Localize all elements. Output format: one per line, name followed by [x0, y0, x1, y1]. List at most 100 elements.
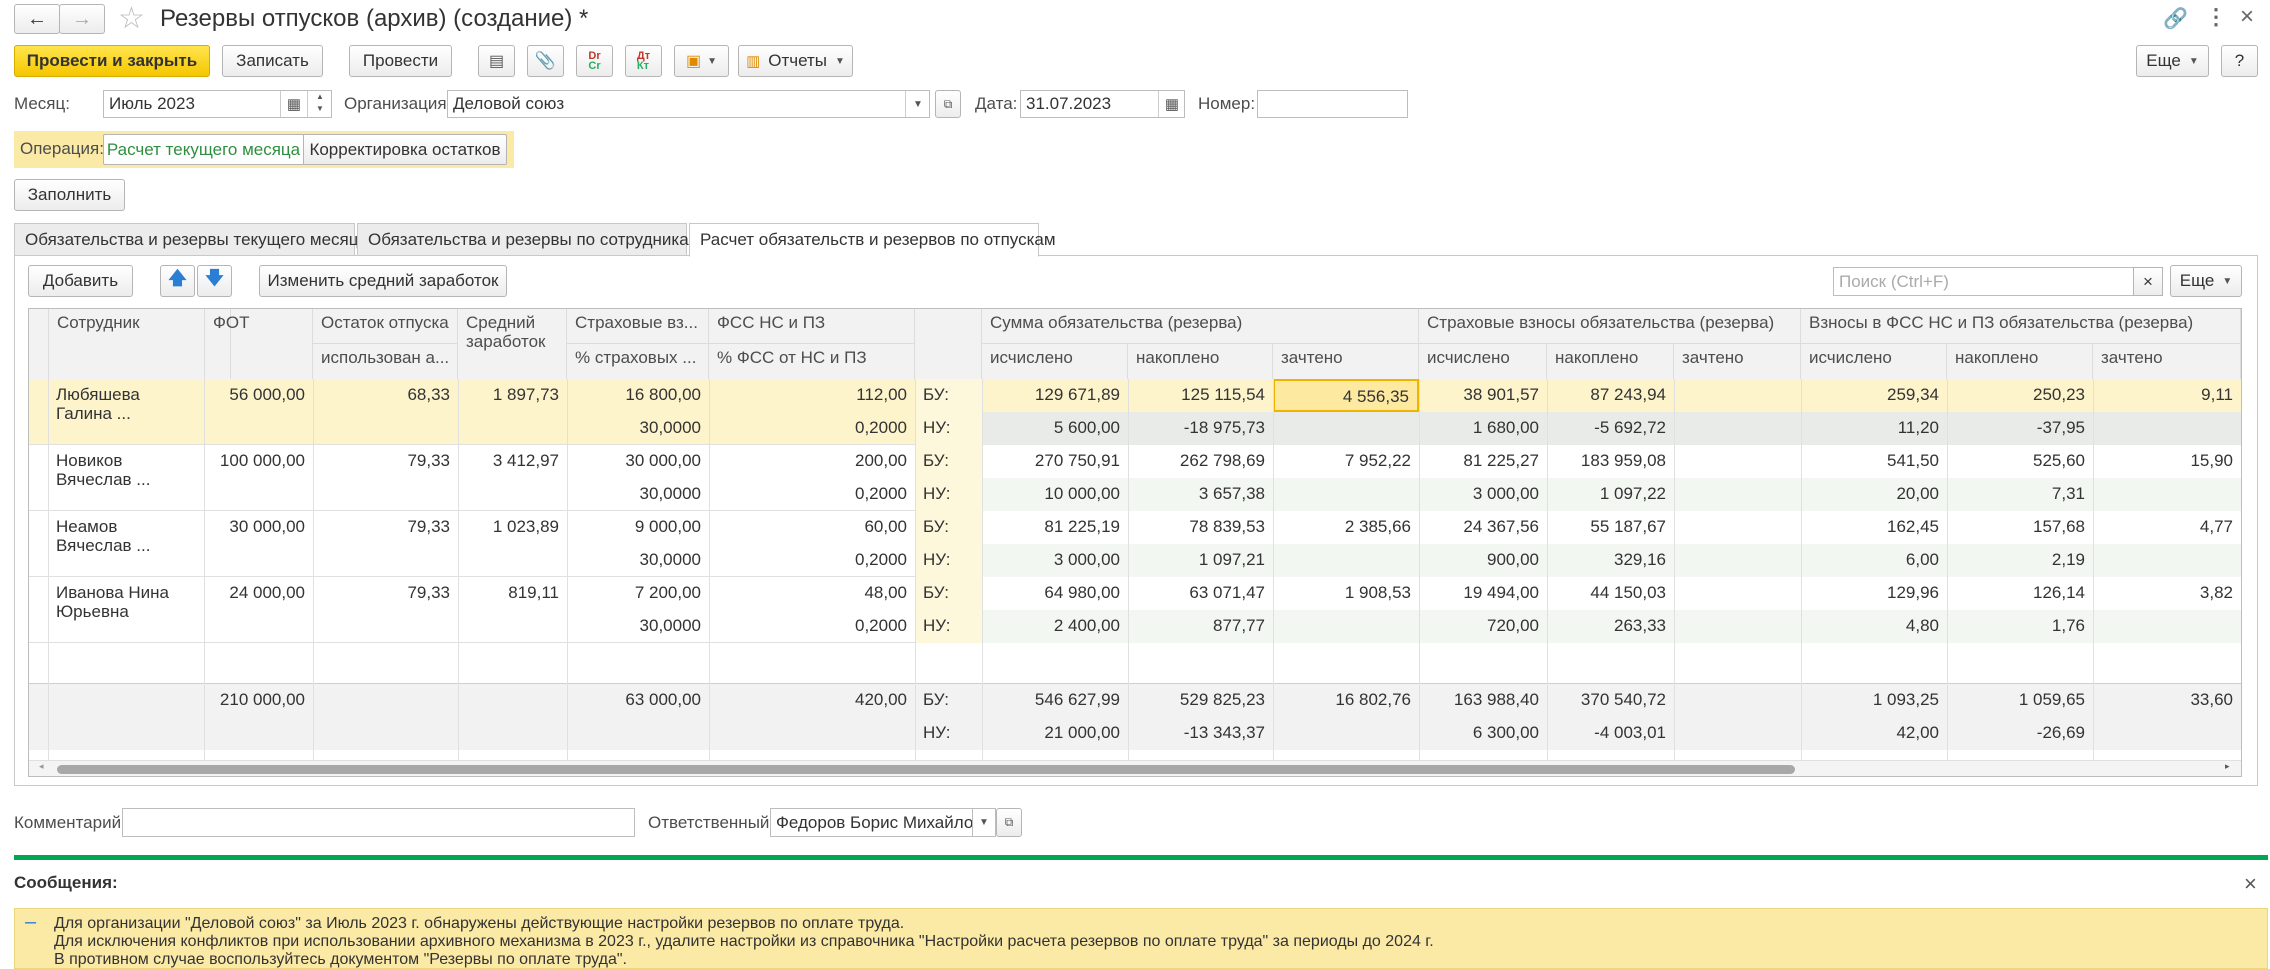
- total-bu-value[interactable]: 1 059,65: [1947, 684, 2093, 717]
- nu-value-cell[interactable]: 2,19: [1947, 544, 2093, 577]
- bu-value-cell[interactable]: 259,34: [1801, 379, 1947, 412]
- vacation-reserve-table[interactable]: Сотрудник ФОТ Остаток отпуска использова…: [28, 308, 2242, 777]
- total-bu-value[interactable]: 16 802,76: [1273, 684, 1419, 717]
- bu-label[interactable]: БУ:: [915, 577, 982, 610]
- col-vacation-balance[interactable]: Остаток отпуска: [313, 309, 458, 343]
- bu-label[interactable]: БУ:: [915, 379, 982, 412]
- fss-pct-cell[interactable]: 0,2000: [709, 478, 915, 511]
- tab-vacation-calc[interactable]: Расчет обязательств и резервов по отпуск…: [689, 223, 1056, 257]
- total-nu-value[interactable]: 6 300,00: [1419, 717, 1547, 750]
- total-nu-value[interactable]: [1273, 717, 1419, 750]
- nu-value-cell[interactable]: 2 400,00: [982, 610, 1128, 643]
- vacation-balance-cell[interactable]: 79,33: [313, 445, 458, 478]
- nu-label[interactable]: НУ:: [915, 412, 982, 445]
- attach-button[interactable]: 📎: [527, 45, 564, 77]
- average-earnings-cell[interactable]: 3 412,97: [458, 445, 567, 478]
- nu-value-cell[interactable]: 20,00: [1801, 478, 1947, 511]
- bu-value-cell[interactable]: 55 187,67: [1547, 511, 1674, 544]
- nu-value-cell[interactable]: 877,77: [1128, 610, 1273, 643]
- calendar-icon[interactable]: ▦: [280, 91, 307, 117]
- bu-value-cell[interactable]: 183 959,08: [1547, 445, 1674, 478]
- col-sum-credited[interactable]: зачтено: [1273, 343, 1419, 379]
- total-bu-value[interactable]: [1674, 684, 1801, 717]
- nu-value-cell[interactable]: 5 600,00: [982, 412, 1128, 445]
- nu-value-cell[interactable]: 6,00: [1801, 544, 1947, 577]
- insurance-pct-cell[interactable]: 30,0000: [567, 478, 709, 511]
- col-sum-calculated[interactable]: исчислено: [982, 343, 1128, 379]
- employee-cell[interactable]: Новиков Вячеслав ...: [48, 445, 204, 511]
- average-earnings-cell[interactable]: 819,11: [458, 577, 567, 610]
- bu-value-cell[interactable]: 250,23: [1947, 379, 2093, 412]
- bu-value-cell[interactable]: 2 385,66: [1273, 511, 1419, 544]
- nu-value-cell[interactable]: [1273, 412, 1419, 445]
- total-nu-value[interactable]: 21 000,00: [982, 717, 1128, 750]
- insurance-pct-cell[interactable]: 30,0000: [567, 544, 709, 577]
- employee-cell[interactable]: Неамов Вячеслав ...: [48, 511, 204, 577]
- post-button[interactable]: Провести: [349, 45, 452, 77]
- total-nu-value[interactable]: [1674, 717, 1801, 750]
- grid-more-button[interactable]: Еще ▼: [2170, 265, 2242, 297]
- nu-label[interactable]: НУ:: [915, 610, 982, 643]
- bu-value-cell[interactable]: 78 839,53: [1128, 511, 1273, 544]
- comment-field[interactable]: [122, 808, 635, 837]
- move-down-button[interactable]: 🡇: [197, 265, 232, 297]
- col-fss-calculated[interactable]: исчислено: [1801, 343, 1947, 379]
- change-average-earnings-button[interactable]: Изменить средний заработок: [259, 265, 507, 297]
- bu-value-cell[interactable]: 270 750,91: [982, 445, 1128, 478]
- employee-cell[interactable]: Любяшева Галина ...: [48, 379, 204, 445]
- vacation-balance-cell[interactable]: 68,33: [313, 379, 458, 412]
- total-fss-cell[interactable]: 420,00: [709, 684, 915, 717]
- nu-value-cell[interactable]: [1674, 610, 1801, 643]
- nu-value-cell[interactable]: 263,33: [1547, 610, 1674, 643]
- nu-value-cell[interactable]: -5 692,72: [1547, 412, 1674, 445]
- bu-value-cell[interactable]: 81 225,27: [1419, 445, 1547, 478]
- messages-close-icon[interactable]: ×: [2244, 871, 2257, 897]
- fot-cell[interactable]: 30 000,00: [204, 511, 313, 544]
- organization-dropdown-icon[interactable]: ▼: [905, 91, 930, 117]
- nu-value-cell[interactable]: 3 000,00: [1419, 478, 1547, 511]
- nu-value-cell[interactable]: 1 097,21: [1128, 544, 1273, 577]
- bu-value-cell[interactable]: 24 367,56: [1419, 511, 1547, 544]
- total-bu-value[interactable]: 546 627,99: [982, 684, 1128, 717]
- responsible-dropdown-icon[interactable]: ▼: [972, 808, 996, 837]
- bu-value-cell[interactable]: 4 556,35: [1273, 379, 1419, 412]
- bu-label[interactable]: БУ:: [915, 511, 982, 544]
- nu-value-cell[interactable]: 329,16: [1547, 544, 1674, 577]
- bu-value-cell[interactable]: 125 115,54: [1128, 379, 1273, 412]
- bu-value-cell[interactable]: 157,68: [1947, 511, 2093, 544]
- vacation-balance-cell[interactable]: 79,33: [313, 511, 458, 544]
- col-sum-accrued[interactable]: накоплено: [1128, 343, 1273, 379]
- nu-value-cell[interactable]: -37,95: [1947, 412, 2093, 445]
- bu-value-cell[interactable]: [1674, 379, 1801, 412]
- bu-value-cell[interactable]: 81 225,19: [982, 511, 1128, 544]
- bu-value-cell[interactable]: 38 901,57: [1419, 379, 1547, 412]
- average-earnings-cell[interactable]: 1 897,73: [458, 379, 567, 412]
- nu-value-cell[interactable]: [1273, 610, 1419, 643]
- fss-cell[interactable]: 200,00: [709, 445, 915, 478]
- search-input[interactable]: Поиск (Ctrl+F): [1833, 267, 2135, 296]
- table-row[interactable]: Новиков Вячеслав ... 100 000,00 79,33 3 412…: [29, 445, 2241, 511]
- bu-value-cell[interactable]: 162,45: [1801, 511, 1947, 544]
- total-nu-value[interactable]: [2093, 717, 2241, 750]
- nu-value-cell[interactable]: 10 000,00: [982, 478, 1128, 511]
- nu-value-cell[interactable]: -18 975,73: [1128, 412, 1273, 445]
- col-fss-credited[interactable]: зачтено: [2093, 343, 2241, 379]
- col-average-earnings[interactable]: Средний заработок: [458, 309, 567, 379]
- bu-value-cell[interactable]: 44 150,03: [1547, 577, 1674, 610]
- total-nu-label[interactable]: НУ:: [915, 717, 982, 750]
- bu-value-cell[interactable]: [1674, 511, 1801, 544]
- bu-value-cell[interactable]: 64 980,00: [982, 577, 1128, 610]
- total-nu-value[interactable]: -4 003,01: [1547, 717, 1674, 750]
- total-bu-value[interactable]: 163 988,40: [1419, 684, 1547, 717]
- table-row[interactable]: Любяшева Галина ... 56 000,00 68,33 1 897,7…: [29, 379, 2241, 445]
- tab-current-month[interactable]: Обязательства и резервы текущего месяца: [14, 223, 368, 256]
- nu-label[interactable]: НУ:: [915, 478, 982, 511]
- nu-value-cell[interactable]: 3 657,38: [1128, 478, 1273, 511]
- bu-value-cell[interactable]: 129 671,89: [982, 379, 1128, 412]
- insurance-cell[interactable]: 9 000,00: [567, 511, 709, 544]
- total-bu-value[interactable]: 370 540,72: [1547, 684, 1674, 717]
- organization-field[interactable]: Деловой союз: [447, 90, 930, 118]
- bu-value-cell[interactable]: 525,60: [1947, 445, 2093, 478]
- insurance-cell[interactable]: 16 800,00: [567, 379, 709, 412]
- more-button[interactable]: Еще ▼: [2136, 45, 2209, 77]
